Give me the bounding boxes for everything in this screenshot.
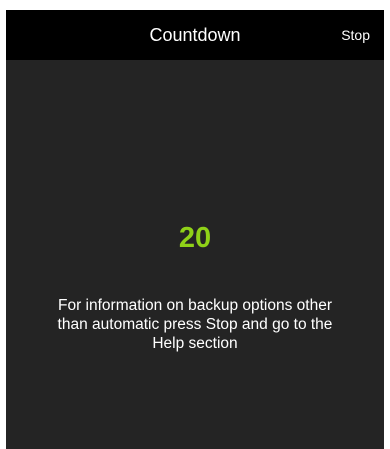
- stop-button[interactable]: Stop: [341, 10, 370, 60]
- backup-info-message: For information on backup options other …: [57, 297, 333, 352]
- navigation-bar: Countdown Stop: [6, 10, 384, 60]
- countdown-screen: Countdown Stop 20 For information on bac…: [6, 10, 384, 449]
- countdown-value: 20: [178, 222, 212, 254]
- page-title: Countdown: [149, 25, 241, 45]
